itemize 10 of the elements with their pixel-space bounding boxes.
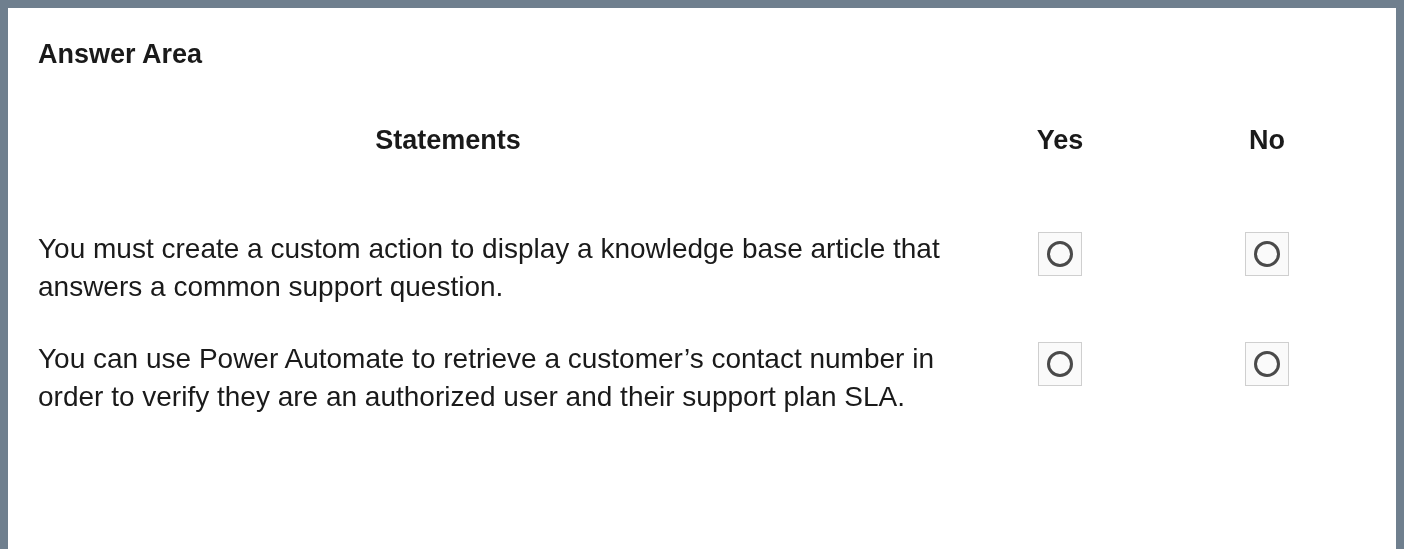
statement-text: You must create a custom action to display a knowledge base article that answers a common support question.	[38, 232, 941, 304]
column-header: Yes	[1036, 124, 1084, 157]
radio-button[interactable]	[1038, 342, 1082, 386]
column-header: Statements	[375, 124, 521, 157]
radio-button[interactable]	[1245, 342, 1289, 386]
radio-button[interactable]	[1245, 232, 1289, 276]
radio-button[interactable]	[1038, 232, 1082, 276]
column-header: No	[1249, 124, 1285, 157]
answer-area-title: Answer Area	[38, 38, 204, 71]
statement-text: You can use Power Automate to retrieve a customer’s contact number in order to verify they are an authorized user and their support plan SLA.	[38, 342, 935, 414]
